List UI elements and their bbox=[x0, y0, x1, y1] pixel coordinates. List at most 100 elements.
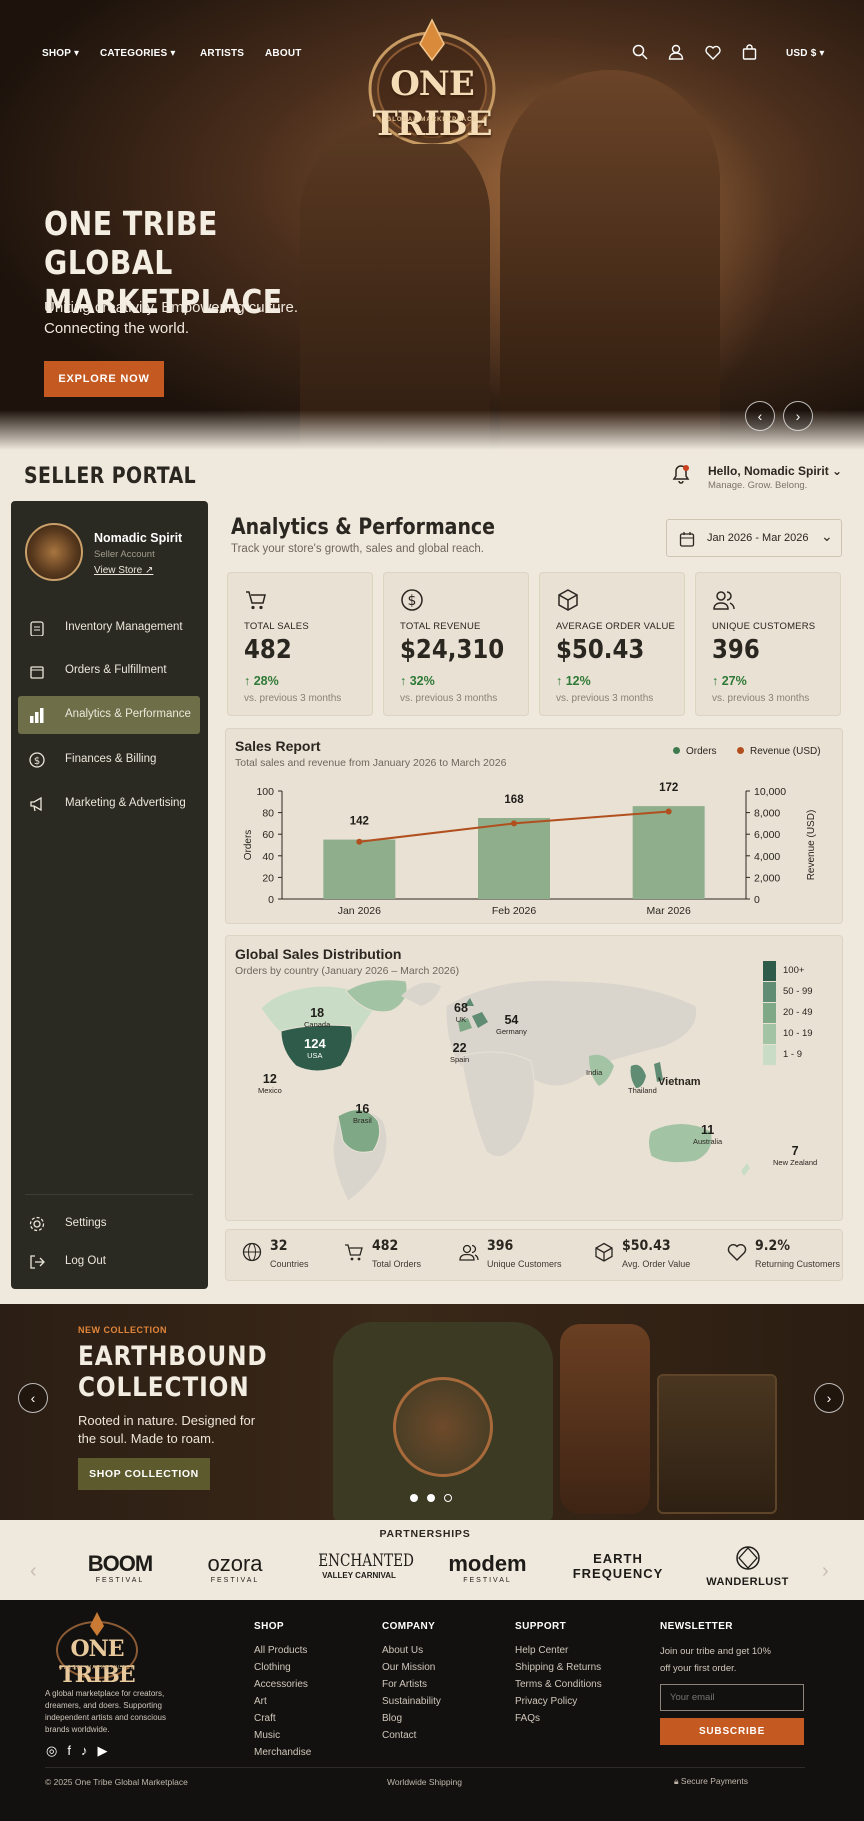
revenue-point bbox=[356, 838, 363, 845]
revenue-point bbox=[511, 820, 517, 827]
map-country-label: India bbox=[586, 1068, 603, 1077]
date-range-picker[interactable]: Jan 2026 - Mar 2026 ⌄ bbox=[666, 519, 842, 557]
newsletter-email-input[interactable] bbox=[660, 1684, 804, 1711]
bar bbox=[632, 806, 705, 899]
partners-next-button[interactable]: › bbox=[822, 1560, 829, 1583]
nav-categories[interactable]: CATEGORIES ▾ bbox=[100, 48, 176, 59]
dollar-icon: $ bbox=[401, 589, 423, 611]
currency-select[interactable]: USD $ ▾ bbox=[786, 48, 825, 59]
nav-about[interactable]: ABOUT bbox=[265, 48, 302, 59]
carousel-dot[interactable] bbox=[444, 1494, 452, 1502]
stat-card-average-order-value: AVERAGE ORDER VALUE $50.43 ↑ 12% vs. pre… bbox=[539, 572, 685, 716]
footer-link[interactable]: Craft bbox=[254, 1713, 276, 1724]
svg-text:$: $ bbox=[34, 756, 40, 767]
partner-logo-earth-frequency[interactable]: EARTH FREQUENCY bbox=[568, 1551, 668, 1581]
footer-link[interactable]: Blog bbox=[382, 1713, 402, 1724]
partner-logo-ozora[interactable]: ozora FESTIVAL bbox=[195, 1551, 275, 1584]
logo-text: ONE TRIBE bbox=[372, 64, 492, 144]
footer-link[interactable]: Clothing bbox=[254, 1662, 291, 1673]
search-icon[interactable] bbox=[632, 44, 648, 60]
summary-returning-customers: 9.2% Returning Customers bbox=[727, 1230, 842, 1280]
bag-icon[interactable] bbox=[742, 44, 757, 60]
map-country-label: 11 Australia bbox=[693, 1123, 723, 1146]
box-icon bbox=[30, 666, 44, 679]
footer-link[interactable]: Shipping & Returns bbox=[515, 1662, 601, 1673]
instagram-icon[interactable]: ◎ bbox=[46, 1743, 57, 1759]
carousel-dot[interactable] bbox=[427, 1494, 435, 1502]
avatar[interactable] bbox=[25, 523, 83, 581]
footer-shop-title: SHOP bbox=[254, 1621, 284, 1632]
footer-link[interactable]: Sustainability bbox=[382, 1696, 441, 1707]
footer-link[interactable]: Accessories bbox=[254, 1679, 308, 1690]
footer-link[interactable]: Merchandise bbox=[254, 1747, 311, 1758]
footer-link[interactable]: Privacy Policy bbox=[515, 1696, 577, 1707]
footer-link[interactable]: Help Center bbox=[515, 1645, 568, 1656]
footer-link[interactable]: Contact bbox=[382, 1730, 416, 1741]
carousel-dot[interactable] bbox=[410, 1494, 418, 1502]
partners-prev-button[interactable]: ‹ bbox=[30, 1560, 37, 1583]
bar-data-label: 142 bbox=[350, 816, 369, 828]
scarf-product[interactable] bbox=[560, 1324, 650, 1514]
y-tick-label: 100 bbox=[256, 786, 274, 798]
sidebar-item-marketing[interactable]: Marketing & Advertising bbox=[18, 785, 200, 823]
sidebar-item-analytics[interactable]: Analytics & Performance bbox=[18, 696, 200, 734]
view-store-link[interactable]: View Store ↗ bbox=[94, 565, 153, 576]
hero-next-button[interactable]: › bbox=[783, 401, 813, 431]
footer-link[interactable]: Our Mission bbox=[382, 1662, 435, 1673]
bell-icon[interactable] bbox=[672, 464, 690, 484]
footer-company-title: COMPANY bbox=[382, 1621, 436, 1632]
bar-chart-icon bbox=[30, 708, 44, 723]
map-legend-item: 100+ bbox=[763, 961, 843, 981]
partner-logo-enchanted[interactable]: ENCHANTED VALLEY CARNIVAL bbox=[308, 1551, 414, 1580]
footer-link[interactable]: Terms & Conditions bbox=[515, 1679, 602, 1690]
footer-link[interactable]: For Artists bbox=[382, 1679, 427, 1690]
newsletter-text: Join our tribe and get 10% off your first… bbox=[660, 1646, 771, 1674]
stat-card-total-sales: TOTAL SALES 482 ↑ 28% vs. previous 3 mon… bbox=[227, 572, 373, 716]
collection-next-button[interactable]: › bbox=[814, 1383, 844, 1413]
nav-artists[interactable]: ARTISTS bbox=[200, 48, 244, 59]
summary-strip: 32 Countries 482 Total Orders 396 Unique Cu… bbox=[225, 1229, 843, 1281]
footer-link[interactable]: FAQs bbox=[515, 1713, 540, 1724]
tiktok-icon[interactable]: ♪ bbox=[81, 1743, 88, 1759]
chevron-left-icon: ‹ bbox=[30, 1560, 37, 1582]
footer-link[interactable]: Art bbox=[254, 1696, 267, 1707]
settings-button[interactable]: Settings bbox=[18, 1205, 200, 1243]
facebook-icon[interactable]: f bbox=[67, 1743, 71, 1759]
collection-prev-button[interactable]: ‹ bbox=[18, 1383, 48, 1413]
map-thailand[interactable] bbox=[630, 1064, 646, 1088]
partner-logo-wanderlust[interactable]: WANDERLUST bbox=[705, 1545, 790, 1588]
heart-icon[interactable] bbox=[705, 45, 721, 60]
brand-logo[interactable]: ONE TRIBE GLOBAL MARKETPLACE bbox=[352, 14, 512, 144]
map-legend-item: 1 - 9 bbox=[763, 1045, 843, 1065]
map-new-zealand[interactable] bbox=[741, 1163, 750, 1176]
sidebar-item-finances[interactable]: $ Finances & Billing bbox=[18, 741, 200, 779]
chevron-right-icon: › bbox=[795, 408, 801, 424]
subscribe-button[interactable]: SUBSCRIBE bbox=[660, 1718, 804, 1745]
chevron-down-icon: ⌄ bbox=[821, 528, 833, 544]
user-greeting[interactable]: Hello, Nomadic Spirit ⌄ bbox=[708, 464, 842, 478]
footer-link[interactable]: All Products bbox=[254, 1645, 307, 1656]
hero-prev-button[interactable]: ‹ bbox=[745, 401, 775, 431]
partner-logo-modem[interactable]: modem FESTIVAL bbox=[440, 1551, 535, 1584]
bag-product[interactable] bbox=[657, 1374, 777, 1514]
user-icon[interactable] bbox=[668, 44, 684, 60]
y2-tick-label: 10,000 bbox=[754, 786, 786, 798]
bar-data-label: 172 bbox=[659, 782, 678, 794]
portal-tagline: Manage. Grow. Belong. bbox=[708, 480, 808, 491]
tshirt-product[interactable] bbox=[333, 1322, 553, 1520]
footer-link[interactable]: Music bbox=[254, 1730, 280, 1741]
summary-countries: 32 Countries bbox=[242, 1230, 342, 1280]
explore-now-button[interactable]: EXPLORE NOW bbox=[44, 361, 164, 397]
sidebar-item-inventory[interactable]: Inventory Management bbox=[18, 609, 200, 647]
chevron-left-icon: ‹ bbox=[30, 1390, 36, 1406]
sidebar-item-orders[interactable]: Orders & Fulfillment bbox=[18, 652, 200, 690]
nav-shop[interactable]: SHOP ▾ bbox=[42, 48, 79, 59]
y-tick-label: 60 bbox=[262, 829, 274, 841]
partner-logo-boom[interactable]: BOOM FESTIVAL bbox=[80, 1551, 160, 1584]
footer-link[interactable]: About Us bbox=[382, 1645, 423, 1656]
logout-button[interactable]: Log Out bbox=[18, 1243, 200, 1281]
shop-collection-button[interactable]: SHOP COLLECTION bbox=[78, 1458, 210, 1490]
youtube-icon[interactable]: ▶ bbox=[97, 1743, 107, 1759]
footer-support-title: SUPPORT bbox=[515, 1621, 567, 1632]
footer-logo[interactable]: ONE TRIBE GLOBAL MARKETPLACE bbox=[42, 1610, 152, 1688]
